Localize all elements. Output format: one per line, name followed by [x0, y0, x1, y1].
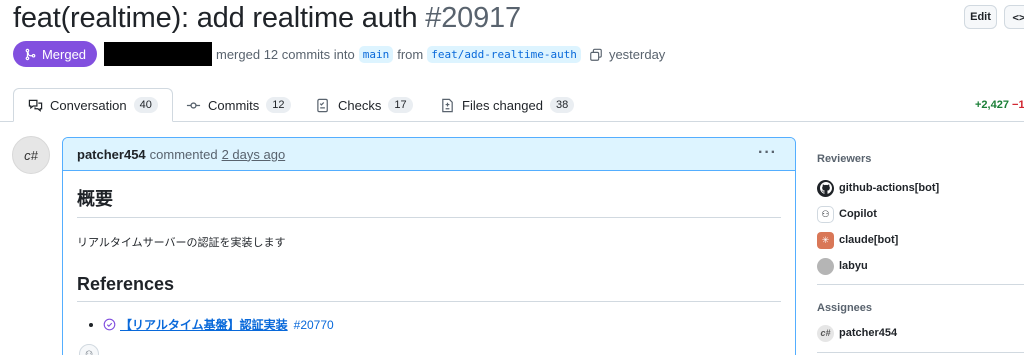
- git-commit-icon: [186, 101, 201, 109]
- head-branch[interactable]: feat/add-realtime-auth: [427, 46, 581, 63]
- git-merge-icon: [25, 48, 36, 60]
- comment-discussion-icon: [28, 99, 43, 112]
- comment-action: commented: [149, 146, 218, 162]
- reviewers-title[interactable]: Reviewers: [817, 153, 1024, 165]
- tab-files-changed[interactable]: Files changed 38: [440, 88, 575, 122]
- pr-number: #20917: [425, 2, 521, 34]
- reviewer-labyu[interactable]: labyu: [817, 253, 1024, 279]
- pr-title: feat(realtime): add realtime auth #20917: [13, 2, 521, 35]
- merged-state-badge: Merged: [13, 41, 97, 67]
- reviewer-copilot[interactable]: ⚇ Copilot: [817, 201, 1024, 227]
- copilot-icon: ⚇: [817, 205, 834, 223]
- avatar: [817, 257, 834, 275]
- tab-commits[interactable]: Commits 12: [186, 88, 291, 122]
- tab-conversation[interactable]: Conversation 40: [13, 88, 173, 122]
- assignees-section: Assignees c# patcher454: [817, 302, 1024, 346]
- sidebar-divider: [817, 284, 1024, 285]
- list-item: 【リアルタイム基盤】認証実装 #20770: [89, 316, 781, 333]
- file-diff-icon: [442, 98, 453, 112]
- heading-overview: 概要: [77, 185, 781, 218]
- author-avatar[interactable]: c#: [12, 136, 50, 174]
- pr-meta: merged 12 commits into main from feat/ad…: [216, 46, 665, 63]
- merge-text: merged 12 commits into: [216, 47, 355, 62]
- reviewer-github-actions[interactable]: github-actions[bot]: [817, 175, 1024, 201]
- avatar: c#: [817, 324, 834, 342]
- comment-author[interactable]: patcher454: [77, 147, 146, 162]
- diffstat: +2,427 −1: [975, 99, 1024, 111]
- tab-commits-count: 12: [266, 97, 291, 113]
- tab-checks-label: Checks: [338, 97, 382, 113]
- reviewer-claude[interactable]: ✳ claude[bot]: [817, 227, 1024, 253]
- reviewer-name: claude[bot]: [839, 234, 899, 246]
- reference-number[interactable]: #20770: [294, 318, 334, 332]
- diffstat-deletions: −1: [1012, 99, 1024, 111]
- redacted-author: [104, 42, 212, 66]
- comment-menu-icon[interactable]: ···: [758, 144, 777, 162]
- comment-header: patcher454 commented 2 days ago ···: [63, 138, 795, 171]
- reviewer-name: Copilot: [839, 208, 877, 220]
- edit-button[interactable]: Edit: [964, 5, 997, 29]
- comment-timestamp[interactable]: 2 days ago: [222, 147, 286, 162]
- claude-icon: ✳: [817, 231, 834, 249]
- assignees-title[interactable]: Assignees: [817, 302, 1024, 314]
- base-branch[interactable]: main: [358, 46, 394, 63]
- reviewers-section: Reviewers github-actions[bot] ⚇ Copilot …: [817, 153, 1024, 279]
- merged-state-label: Merged: [41, 46, 87, 62]
- sidebar-divider: [817, 352, 1024, 353]
- issue-closed-icon: [103, 318, 116, 331]
- tab-checks[interactable]: Checks 17: [316, 88, 413, 122]
- tab-checks-count: 17: [388, 97, 413, 113]
- merge-time: yesterday: [608, 47, 666, 62]
- code-button[interactable]: <>: [1004, 5, 1024, 29]
- pr-description-comment: patcher454 commented 2 days ago ··· 概要 リ…: [62, 137, 796, 355]
- checklist-icon: [317, 98, 328, 112]
- tab-commits-label: Commits: [208, 97, 260, 113]
- overview-paragraph: リアルタイムサーバーの認証を実装します: [77, 237, 286, 249]
- reviewer-name: labyu: [839, 260, 868, 272]
- assignee-name: patcher454: [839, 327, 898, 339]
- assignee-patcher454[interactable]: c# patcher454: [817, 320, 1024, 346]
- from-text: from: [397, 47, 424, 62]
- tab-files-changed-label: Files changed: [462, 97, 543, 113]
- bullet: [89, 322, 93, 327]
- tab-conversation-label: Conversation: [50, 97, 127, 113]
- copy-icon[interactable]: [589, 48, 603, 62]
- pr-title-text: feat(realtime): add realtime auth: [13, 2, 418, 34]
- reviewer-name: github-actions[bot]: [839, 182, 940, 194]
- tab-conversation-count: 40: [133, 97, 158, 113]
- github-icon: [817, 179, 834, 197]
- comment-body: 概要 リアルタイムサーバーの認証を実装します References 【リアルタイ…: [63, 171, 795, 345]
- tab-files-changed-count: 38: [549, 97, 575, 113]
- diffstat-additions: +2,427: [975, 99, 1009, 111]
- add-reaction-icon[interactable]: ☺: [79, 344, 99, 355]
- heading-references: References: [77, 274, 781, 302]
- reference-link[interactable]: 【リアルタイム基盤】認証実装: [120, 316, 288, 333]
